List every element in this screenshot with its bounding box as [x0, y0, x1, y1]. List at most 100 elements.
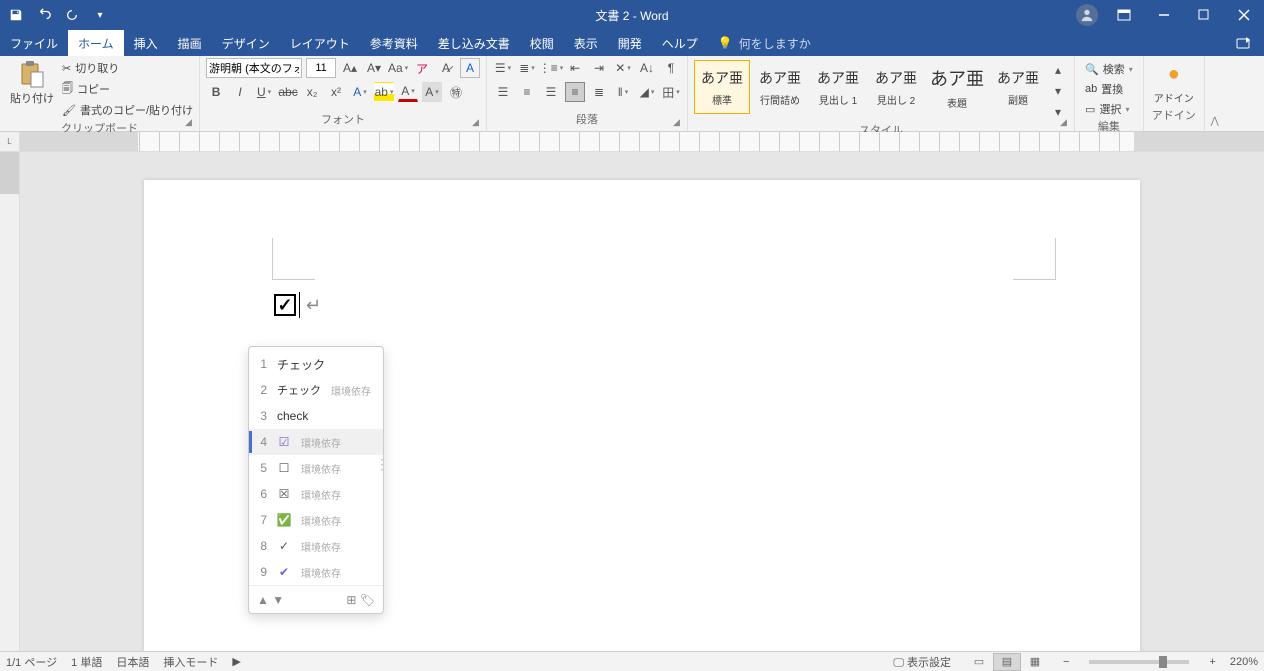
- show-marks-button[interactable]: ¶: [661, 58, 681, 78]
- ime-candidate[interactable]: 5☐環境依存: [249, 455, 383, 481]
- styles-gallery[interactable]: あア亜標準 あア亜行間詰め あア亜見出し 1 あア亜見出し 2 あア亜表題 あア…: [694, 58, 1068, 122]
- find-button[interactable]: 🔍検索▾: [1081, 60, 1137, 78]
- ime-candidate[interactable]: 6☒環境依存: [249, 481, 383, 507]
- character-border-button[interactable]: A: [460, 58, 480, 78]
- style-normal[interactable]: あア亜標準: [694, 60, 750, 114]
- minimize-button[interactable]: [1144, 0, 1184, 30]
- font-dialog-launcher[interactable]: ◢: [472, 117, 484, 129]
- maximize-button[interactable]: [1184, 0, 1224, 30]
- tab-view[interactable]: 表示: [564, 30, 608, 56]
- enclose-characters-button[interactable]: ㊕: [446, 82, 466, 102]
- ribbon-display-options[interactable]: [1104, 0, 1144, 30]
- tab-file[interactable]: ファイル: [0, 30, 68, 56]
- increase-indent-button[interactable]: ⇥: [589, 58, 609, 78]
- zoom-level[interactable]: 220%: [1230, 656, 1258, 668]
- style-title[interactable]: あア亜表題: [926, 60, 988, 114]
- tab-draw[interactable]: 描画: [168, 30, 212, 56]
- style-nospacing[interactable]: あア亜行間詰め: [752, 60, 808, 114]
- styles-dialog-launcher[interactable]: ◢: [1060, 117, 1072, 129]
- undo-button[interactable]: [34, 5, 54, 25]
- qat-customize[interactable]: ▾: [90, 5, 110, 25]
- superscript-button[interactable]: x²: [326, 82, 346, 102]
- distributed-button[interactable]: ≣: [589, 82, 609, 102]
- tab-mailings[interactable]: 差し込み文書: [428, 30, 520, 56]
- zoom-slider[interactable]: [1089, 660, 1189, 664]
- document-scroll-area[interactable]: ✓ ↵: [20, 152, 1264, 651]
- asian-layout-button[interactable]: ✕: [613, 58, 633, 78]
- collapse-ribbon-button[interactable]: ⋀: [1205, 56, 1225, 131]
- bold-button[interactable]: B: [206, 82, 226, 102]
- change-case-button[interactable]: Aa: [388, 58, 408, 78]
- clipboard-dialog-launcher[interactable]: ◢: [185, 117, 197, 129]
- align-center-button[interactable]: ≡: [517, 82, 537, 102]
- font-size-combo[interactable]: [306, 58, 336, 78]
- phonetic-guide-button[interactable]: ア: [412, 58, 432, 78]
- paragraph-dialog-launcher[interactable]: ◢: [673, 117, 685, 129]
- tab-insert[interactable]: 挿入: [124, 30, 168, 56]
- strikethrough-button[interactable]: abc: [278, 82, 298, 102]
- ime-candidate[interactable]: 4☑環境依存: [249, 429, 383, 455]
- ime-prev-page[interactable]: ▲ ▼: [257, 593, 284, 607]
- print-layout-button[interactable]: ▤: [993, 653, 1021, 671]
- paste-button[interactable]: 貼り付け: [6, 58, 58, 108]
- align-right-button[interactable]: ☰: [541, 82, 561, 102]
- horizontal-ruler[interactable]: L: [0, 132, 1264, 152]
- sort-button[interactable]: A↓: [637, 58, 657, 78]
- ime-candidate[interactable]: 8✓環境依存: [249, 533, 383, 559]
- close-button[interactable]: [1224, 0, 1264, 30]
- document-body[interactable]: ✓ ↵: [274, 292, 321, 318]
- tab-developer[interactable]: 開発: [608, 30, 652, 56]
- ime-candidate[interactable]: 3check: [249, 403, 383, 429]
- status-page[interactable]: 1/1 ページ: [6, 654, 57, 670]
- ime-tool-icon[interactable]: 🏷: [360, 593, 375, 607]
- font-name-combo[interactable]: [206, 58, 302, 78]
- character-shading-button[interactable]: A: [422, 82, 442, 102]
- share-button[interactable]: [1224, 30, 1264, 56]
- tell-me-search[interactable]: 💡 何をしますか: [708, 30, 821, 56]
- copy-button[interactable]: 🗐コピー: [62, 79, 193, 99]
- zoom-out-button[interactable]: −: [1063, 656, 1069, 668]
- numbering-button[interactable]: ≣: [517, 58, 537, 78]
- ime-candidate[interactable]: 2チェック環境依存: [249, 377, 383, 403]
- status-word-count[interactable]: 1 単語: [71, 654, 102, 670]
- font-color-button[interactable]: A: [398, 82, 418, 102]
- tab-design[interactable]: デザイン: [212, 30, 280, 56]
- save-button[interactable]: [6, 5, 26, 25]
- grow-font-button[interactable]: A▴: [340, 58, 360, 78]
- vertical-ruler[interactable]: [0, 152, 20, 651]
- style-subtitle[interactable]: あア亜副題: [990, 60, 1046, 114]
- status-language[interactable]: 日本語: [116, 654, 149, 670]
- clear-formatting-button[interactable]: A̷: [436, 58, 456, 78]
- align-left-button[interactable]: ☰: [493, 82, 513, 102]
- shading-button[interactable]: ◢: [637, 82, 657, 102]
- ime-candidate[interactable]: 7✅環境依存: [249, 507, 383, 533]
- subscript-button[interactable]: x₂: [302, 82, 322, 102]
- shrink-font-button[interactable]: A▾: [364, 58, 384, 78]
- tab-references[interactable]: 参考資料: [360, 30, 428, 56]
- tab-home[interactable]: ホーム: [68, 30, 124, 56]
- replace-button[interactable]: ab置換: [1081, 80, 1137, 98]
- status-insert-mode[interactable]: 挿入モード: [163, 654, 218, 670]
- justify-button[interactable]: ≡: [565, 82, 585, 102]
- tab-review[interactable]: 校閲: [520, 30, 564, 56]
- ime-expand-icon[interactable]: ⊞: [346, 593, 356, 607]
- borders-button[interactable]: 田: [661, 82, 681, 102]
- macro-record-icon[interactable]: ▶: [232, 655, 240, 668]
- italic-button[interactable]: I: [230, 82, 250, 102]
- ime-candidate[interactable]: 1チェック: [249, 351, 383, 377]
- line-spacing-button[interactable]: ‖: [613, 82, 633, 102]
- style-heading2[interactable]: あア亜見出し 2: [868, 60, 924, 114]
- decrease-indent-button[interactable]: ⇤: [565, 58, 585, 78]
- tab-help[interactable]: ヘルプ: [652, 30, 708, 56]
- redo-button[interactable]: [62, 5, 82, 25]
- text-effects-button[interactable]: A: [350, 82, 370, 102]
- select-button[interactable]: ▭選択▾: [1081, 100, 1137, 118]
- multilevel-list-button[interactable]: ⋮≡: [541, 58, 561, 78]
- underline-button[interactable]: U: [254, 82, 274, 102]
- styles-scroll-down[interactable]: ▾: [1048, 81, 1068, 101]
- highlight-button[interactable]: ab: [374, 82, 394, 102]
- account-avatar[interactable]: [1076, 4, 1098, 26]
- zoom-in-button[interactable]: +: [1209, 656, 1215, 668]
- cut-button[interactable]: ✂切り取り: [62, 58, 193, 78]
- styles-scroll-up[interactable]: ▴: [1048, 60, 1068, 80]
